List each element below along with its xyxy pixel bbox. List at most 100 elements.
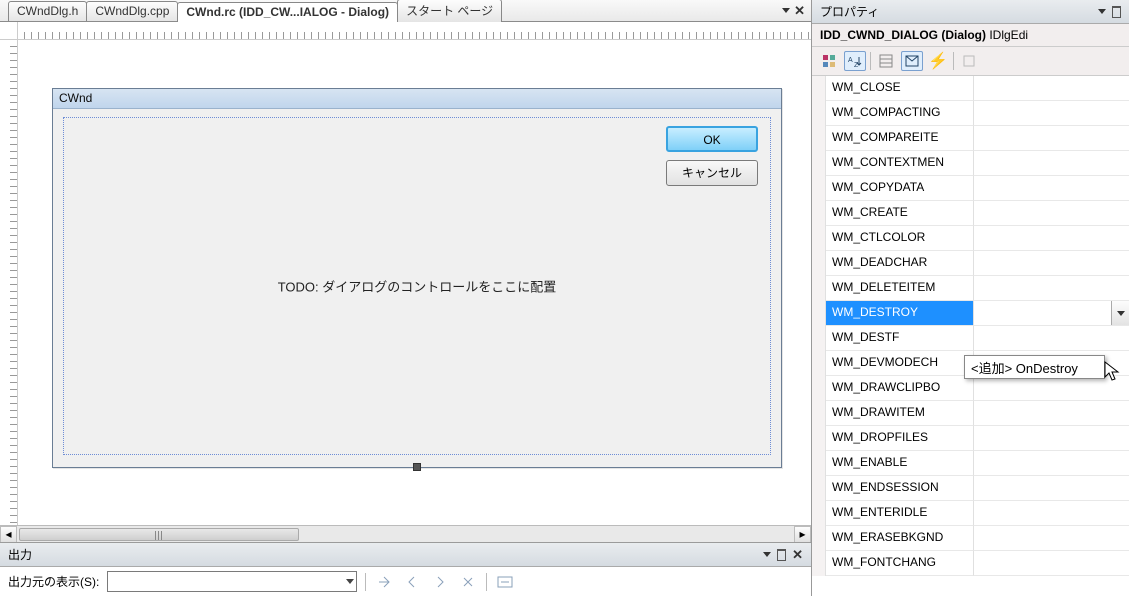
message-name[interactable]: WM_ERASEBKGND xyxy=(826,526,974,551)
message-name[interactable]: WM_CLOSE xyxy=(826,76,974,101)
row-gutter xyxy=(812,376,826,401)
message-value-cell[interactable] xyxy=(974,226,1129,251)
message-value-cell[interactable] xyxy=(974,101,1129,126)
message-name[interactable]: WM_DROPFILES xyxy=(826,426,974,451)
dialog-client-area[interactable]: OK キャンセル TODO: ダイアログのコントロールをここに配置 xyxy=(63,117,771,455)
clear-icon[interactable] xyxy=(458,573,478,591)
dialog-frame[interactable]: CWnd OK キャンセル TODO: ダイアログのコントロールをここに配置 xyxy=(52,88,782,468)
message-value-cell[interactable] xyxy=(974,476,1129,501)
scroll-thumb[interactable] xyxy=(19,528,299,541)
message-name[interactable]: WM_DESTF xyxy=(826,326,974,351)
scroll-left-icon[interactable]: ◂ xyxy=(0,526,17,543)
message-value-cell[interactable] xyxy=(974,301,1129,326)
cancel-button[interactable]: キャンセル xyxy=(666,160,758,186)
pin-icon[interactable] xyxy=(777,549,786,561)
message-value-cell[interactable] xyxy=(974,526,1129,551)
message-value-cell[interactable] xyxy=(974,251,1129,276)
pin-icon[interactable] xyxy=(1112,6,1121,18)
message-row[interactable]: WM_FONTCHANG xyxy=(812,551,1129,576)
wrap-icon[interactable] xyxy=(495,573,515,591)
message-value-cell[interactable] xyxy=(974,126,1129,151)
tab-start-page[interactable]: スタート ページ xyxy=(397,0,502,22)
tab-cwnd-rc-dialog[interactable]: CWnd.rc (IDD_CW...IALOG - Dialog) xyxy=(177,2,398,22)
message-name[interactable]: WM_FONTCHANG xyxy=(826,551,974,576)
resize-grip[interactable] xyxy=(413,463,421,471)
message-name[interactable]: WM_DESTROY xyxy=(826,301,974,326)
message-value-cell[interactable] xyxy=(974,501,1129,526)
message-name[interactable]: WM_COMPAREITE xyxy=(826,126,974,151)
output-close-button[interactable]: ✕ xyxy=(792,547,803,563)
message-row[interactable]: WM_CONTEXTMEN xyxy=(812,151,1129,176)
tabs-dropdown-icon[interactable] xyxy=(782,8,790,13)
message-name[interactable]: WM_DEADCHAR xyxy=(826,251,974,276)
properties-icon[interactable] xyxy=(875,51,897,71)
message-name[interactable]: WM_COMPACTING xyxy=(826,101,974,126)
design-canvas[interactable]: CWnd OK キャンセル TODO: ダイアログのコントロールをここに配置 xyxy=(18,40,811,525)
message-name[interactable]: WM_DEVMODECH xyxy=(826,351,974,376)
message-value-cell[interactable] xyxy=(974,551,1129,576)
message-name[interactable]: WM_ENTERIDLE xyxy=(826,501,974,526)
message-row[interactable]: WM_ENDSESSION xyxy=(812,476,1129,501)
message-value-cell[interactable] xyxy=(974,176,1129,201)
message-row[interactable]: WM_DRAWITEM xyxy=(812,401,1129,426)
message-row[interactable]: WM_ERASEBKGND xyxy=(812,526,1129,551)
message-row[interactable]: WM_CTLCOLOR xyxy=(812,226,1129,251)
categorized-icon[interactable] xyxy=(818,51,840,71)
close-tab-button[interactable]: ✕ xyxy=(794,3,805,19)
horizontal-scrollbar[interactable]: ◂ ▸ xyxy=(0,525,811,542)
value-dropdown-button[interactable] xyxy=(1111,301,1129,325)
message-row[interactable]: WM_CLOSE xyxy=(812,76,1129,101)
placeholder-text: TODO: ダイアログのコントロールをここに配置 xyxy=(278,277,557,296)
row-gutter xyxy=(812,501,826,526)
message-name[interactable]: WM_COPYDATA xyxy=(826,176,974,201)
property-pages-icon[interactable] xyxy=(958,51,980,71)
message-name[interactable]: WM_ENABLE xyxy=(826,451,974,476)
alphabetical-icon[interactable]: AZ xyxy=(844,51,866,71)
message-row[interactable]: WM_COMPAREITE xyxy=(812,126,1129,151)
panel-dropdown-icon[interactable] xyxy=(763,552,771,557)
events-icon[interactable]: ⚡ xyxy=(927,51,949,71)
message-value-cell[interactable] xyxy=(974,76,1129,101)
message-name[interactable]: WM_DELETEITEM xyxy=(826,276,974,301)
output-source-label: 出力元の表示(S): xyxy=(8,573,99,590)
output-source-combo[interactable] xyxy=(107,571,357,592)
message-value-cell[interactable] xyxy=(974,276,1129,301)
message-name[interactable]: WM_CREATE xyxy=(826,201,974,226)
prev-icon[interactable] xyxy=(402,573,422,591)
dialog-titlebar[interactable]: CWnd xyxy=(53,89,781,109)
panel-dropdown-icon[interactable] xyxy=(1098,9,1106,14)
toolbar-separator xyxy=(486,573,487,591)
message-name[interactable]: WM_CONTEXTMEN xyxy=(826,151,974,176)
message-value-cell[interactable] xyxy=(974,151,1129,176)
message-value-cell[interactable] xyxy=(974,326,1129,351)
message-row[interactable]: WM_DROPFILES xyxy=(812,426,1129,451)
next-icon[interactable] xyxy=(430,573,450,591)
message-row[interactable]: WM_ENABLE xyxy=(812,451,1129,476)
editor-tab-bar: CWndDlg.h CWndDlg.cpp CWnd.rc (IDD_CW...… xyxy=(0,0,811,22)
messages-icon[interactable] xyxy=(901,51,923,71)
message-row[interactable]: WM_DEADCHAR xyxy=(812,251,1129,276)
ok-button[interactable]: OK xyxy=(666,126,758,152)
message-row[interactable]: WM_DRAWCLIPBO xyxy=(812,376,1129,401)
svg-text:Z: Z xyxy=(854,62,859,68)
message-value-cell[interactable] xyxy=(974,426,1129,451)
tab-cwnddlg-h[interactable]: CWndDlg.h xyxy=(8,1,87,21)
message-row[interactable]: WM_ENTERIDLE xyxy=(812,501,1129,526)
message-value-cell[interactable] xyxy=(974,201,1129,226)
message-name[interactable]: WM_DRAWCLIPBO xyxy=(826,376,974,401)
message-row[interactable]: WM_DESTROY xyxy=(812,301,1129,326)
tab-cwnddlg-cpp[interactable]: CWndDlg.cpp xyxy=(86,1,178,21)
find-icon[interactable] xyxy=(374,573,394,591)
message-name[interactable]: WM_ENDSESSION xyxy=(826,476,974,501)
message-row[interactable]: WM_DELETEITEM xyxy=(812,276,1129,301)
message-row[interactable]: WM_CREATE xyxy=(812,201,1129,226)
message-value-cell[interactable] xyxy=(974,451,1129,476)
message-name[interactable]: WM_CTLCOLOR xyxy=(826,226,974,251)
message-row[interactable]: WM_COPYDATA xyxy=(812,176,1129,201)
message-row[interactable]: WM_DESTF xyxy=(812,326,1129,351)
scroll-right-icon[interactable]: ▸ xyxy=(794,526,811,543)
message-row[interactable]: WM_COMPACTING xyxy=(812,101,1129,126)
message-value-cell[interactable] xyxy=(974,401,1129,426)
handler-dropdown-option[interactable]: <追加> OnDestroy xyxy=(964,355,1105,379)
message-name[interactable]: WM_DRAWITEM xyxy=(826,401,974,426)
